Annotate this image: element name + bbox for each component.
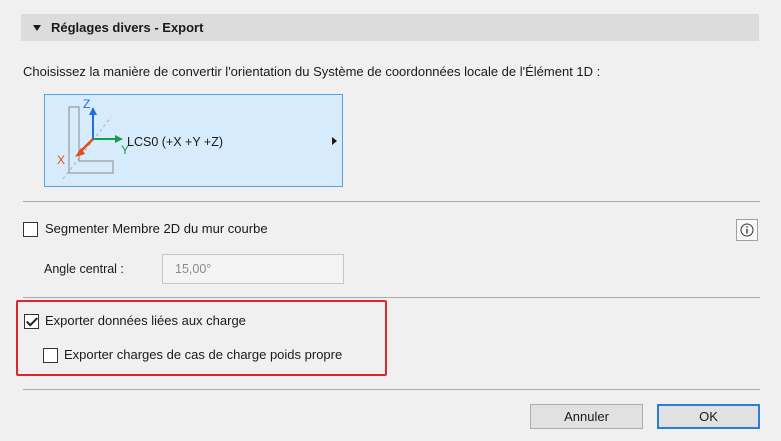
- highlight-box: [16, 300, 387, 376]
- cancel-button[interactable]: Annuler: [530, 404, 643, 429]
- export-loads-checkbox[interactable]: [24, 314, 39, 329]
- segment-checkbox-label: Segmenter Membre 2D du mur courbe: [45, 221, 268, 236]
- lcs-selected-label: LCS0 (+X +Y +Z): [127, 135, 223, 149]
- section-title: Réglages divers - Export: [51, 20, 204, 35]
- info-icon: [740, 223, 754, 237]
- angle-central-label: Angle central :: [44, 262, 124, 276]
- divider: [23, 297, 760, 298]
- self-weight-checkbox-label: Exporter charges de cas de charge poids …: [64, 347, 343, 362]
- z-axis-label: Z: [83, 97, 91, 111]
- collapse-triangle-icon: [33, 24, 41, 31]
- self-weight-checkbox[interactable]: [43, 348, 58, 363]
- ok-button[interactable]: OK: [657, 404, 760, 429]
- divider: [23, 389, 760, 390]
- export-loads-checkbox-label: Exporter données liées aux charge: [45, 313, 246, 328]
- section-header-export[interactable]: Réglages divers - Export: [21, 14, 759, 41]
- x-axis-label: X: [57, 153, 66, 167]
- angle-central-field[interactable]: [162, 254, 344, 284]
- info-button[interactable]: [736, 219, 758, 241]
- divider: [23, 201, 760, 202]
- lcs-orientation-picker[interactable]: Z Y X LCS0 (+X +Y +Z): [44, 94, 343, 187]
- segment-checkbox[interactable]: [23, 222, 38, 237]
- lcs-axis-icon: [62, 106, 123, 180]
- lcs-description: Choisissez la manière de convertir l'ori…: [23, 64, 601, 79]
- submenu-triangle-icon: [332, 137, 337, 145]
